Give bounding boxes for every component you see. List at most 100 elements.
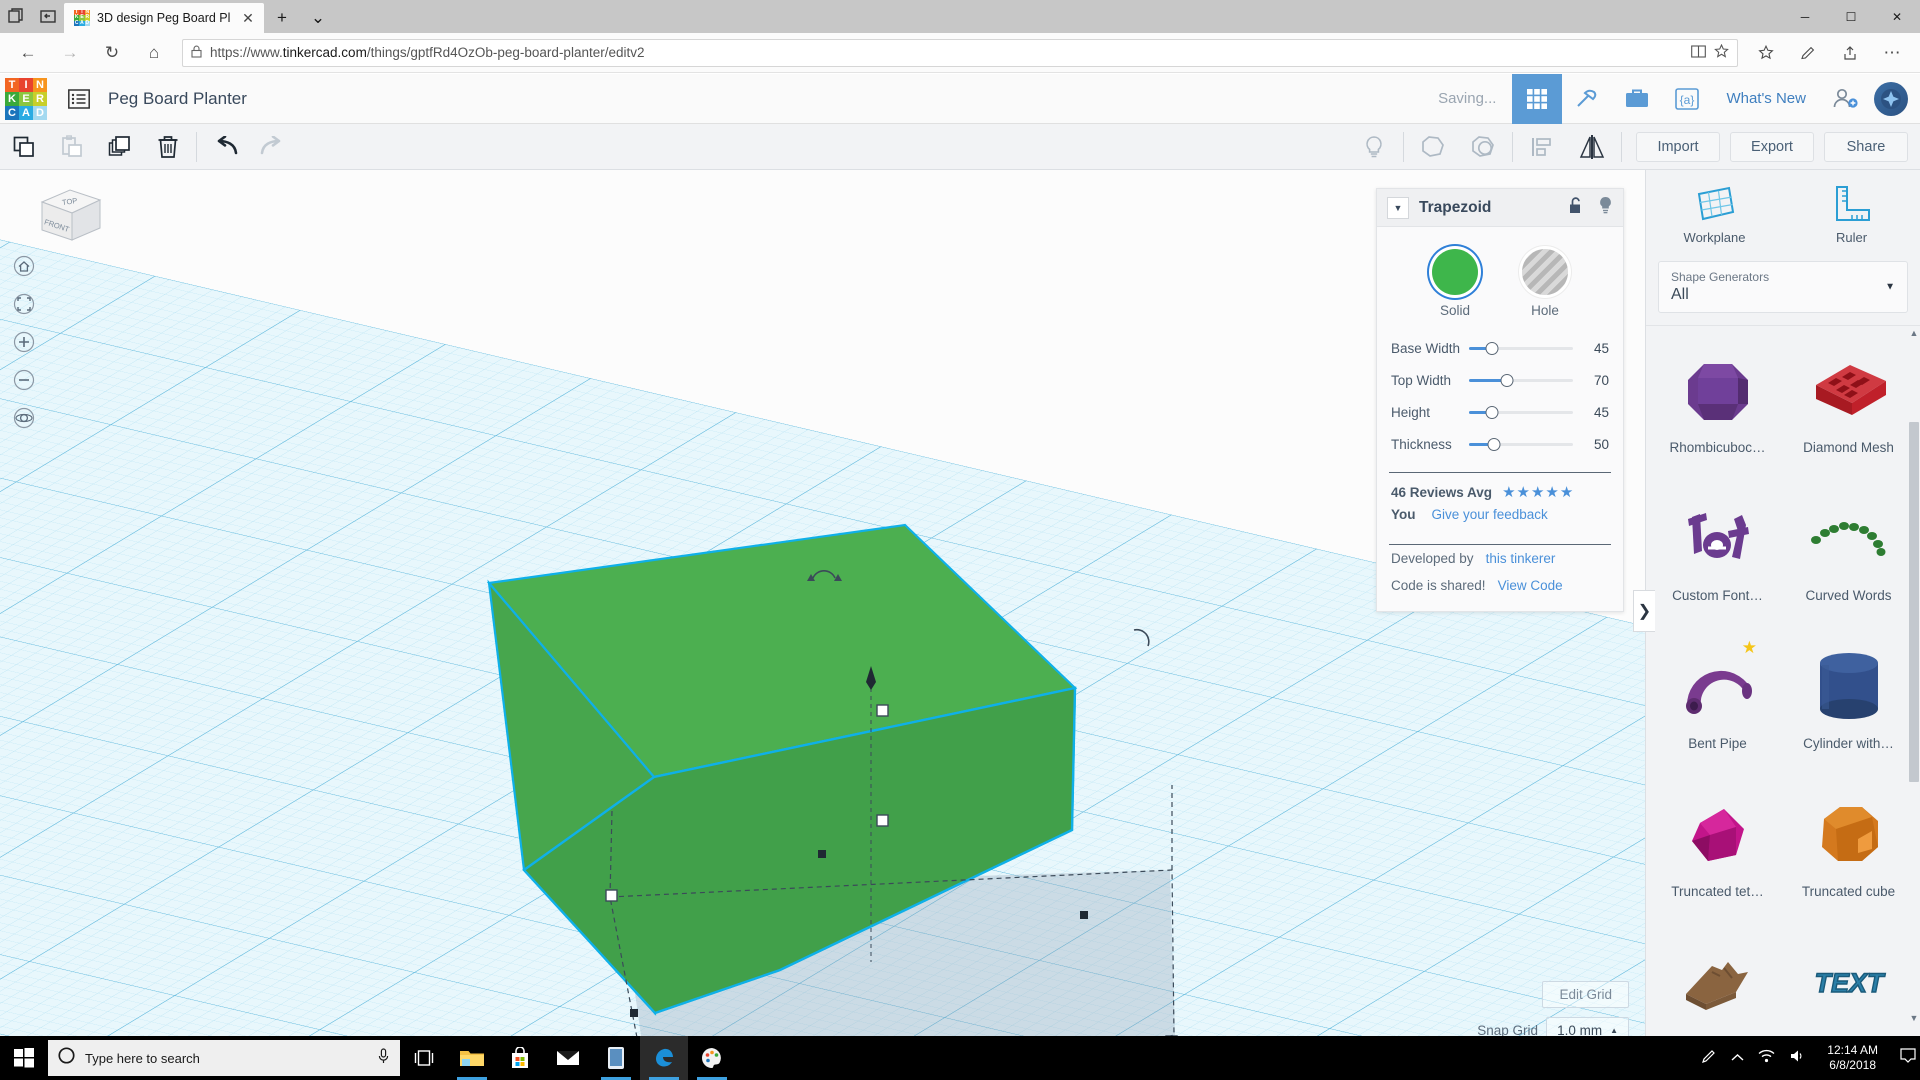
set-aside-tabs-icon[interactable] — [38, 7, 58, 27]
height-slider[interactable] — [1469, 403, 1573, 421]
fit-all-button[interactable] — [8, 288, 40, 320]
blocks-view-button[interactable] — [1512, 73, 1563, 124]
project-list-icon[interactable] — [67, 87, 91, 111]
lightbulb-button[interactable] — [1349, 124, 1399, 170]
scrollbar-thumb[interactable] — [1909, 422, 1919, 782]
hole-swatch[interactable] — [1522, 249, 1568, 295]
favorite-star-icon[interactable] — [1714, 43, 1729, 61]
task-view-button[interactable] — [400, 1036, 448, 1080]
browser-tab[interactable]: TIN KER CAD 3D design Peg Board Pl ✕ — [64, 3, 264, 33]
mirror-button[interactable] — [1567, 124, 1617, 170]
ungroup-button[interactable] — [1458, 124, 1508, 170]
pen-icon[interactable] — [1701, 1048, 1717, 1069]
tinkercad-circuits-button[interactable] — [1612, 74, 1662, 124]
network-icon[interactable] — [1758, 1049, 1775, 1068]
clock[interactable]: 12:14 AM 6/8/2018 — [1819, 1043, 1886, 1073]
lightbulb-icon[interactable] — [1598, 196, 1613, 219]
microsoft-store-button[interactable] — [496, 1036, 544, 1080]
chevron-down-icon[interactable]: ▼ — [1387, 196, 1409, 219]
shape-item-cylinder[interactable]: Cylinder with… — [1783, 632, 1914, 780]
back-icon[interactable]: ← — [8, 37, 48, 69]
unlocked-padlock-icon[interactable] — [1569, 196, 1584, 219]
slider-value[interactable]: 70 — [1581, 373, 1609, 388]
maximize-button[interactable]: ☐ — [1828, 0, 1874, 33]
codeblocks-brackets-button[interactable]: {a} — [1662, 74, 1712, 124]
forward-icon[interactable]: → — [50, 37, 90, 69]
export-button[interactable]: Export — [1730, 131, 1814, 162]
favorites-hub-icon[interactable] — [1746, 37, 1786, 69]
phone-link-button[interactable] — [592, 1036, 640, 1080]
share-button[interactable]: Share — [1824, 131, 1908, 162]
duplicate-button[interactable] — [96, 124, 144, 170]
codeblocks-button[interactable] — [1562, 74, 1612, 124]
delete-button[interactable] — [144, 124, 192, 170]
shape-item-truncated-tetrahedron[interactable]: Truncated tet… — [1652, 780, 1783, 928]
edge-button[interactable] — [640, 1036, 688, 1080]
slider-value[interactable]: 45 — [1581, 405, 1609, 420]
start-button[interactable] — [0, 1036, 48, 1080]
zoom-in-button[interactable] — [8, 326, 40, 358]
volume-icon[interactable] — [1789, 1049, 1805, 1068]
slider-value[interactable]: 50 — [1581, 437, 1609, 452]
shape-item-diamond-mesh[interactable]: Diamond Mesh — [1783, 336, 1914, 484]
top-width-slider[interactable] — [1469, 371, 1573, 389]
shape-item-rhombicuboctahedron[interactable]: Rhombicuboc… — [1652, 336, 1783, 484]
slider-value[interactable]: 45 — [1581, 341, 1609, 356]
refresh-icon[interactable]: ↻ — [92, 37, 132, 69]
home-view-button[interactable] — [8, 250, 40, 282]
give-feedback-link[interactable]: Give your feedback — [1432, 507, 1548, 522]
notification-icon[interactable] — [1900, 1048, 1916, 1068]
shape-item-bent-pipe[interactable]: ★ Bent Pipe — [1652, 632, 1783, 780]
paste-button[interactable] — [48, 124, 96, 170]
mail-button[interactable] — [544, 1036, 592, 1080]
redo-button[interactable] — [249, 124, 297, 170]
tab-close-icon[interactable]: ✕ — [240, 10, 256, 26]
hole-option[interactable]: Hole — [1522, 249, 1568, 318]
chevron-up-icon[interactable] — [1731, 1049, 1744, 1067]
tab-preview-icon[interactable] — [6, 7, 26, 27]
gallery-scrollbar[interactable]: ▲ ▼ — [1908, 326, 1920, 1025]
shape-item-custom-font-blue[interactable]: TEXT Custom Font… — [1783, 928, 1914, 1025]
close-window-button[interactable]: ✕ — [1874, 0, 1920, 33]
view-code-link[interactable]: View Code — [1498, 578, 1563, 593]
developer-link[interactable]: this tinkerer — [1486, 551, 1556, 566]
tab-list-dropdown-icon[interactable]: ⌄ — [300, 3, 336, 33]
more-options-icon[interactable]: ⋯ — [1872, 37, 1912, 69]
shape-item-curved-words[interactable]: Curved Words — [1783, 484, 1914, 632]
copy-button[interactable] — [0, 124, 48, 170]
align-button[interactable] — [1517, 124, 1567, 170]
solid-swatch[interactable] — [1432, 249, 1478, 295]
paint-3d-button[interactable] — [688, 1036, 736, 1080]
new-tab-button[interactable]: + — [264, 3, 300, 33]
shape-generators-select[interactable]: Shape Generators All ▼ — [1658, 261, 1908, 313]
shape-item-custom-font-purple[interactable]: Custom Font… — [1652, 484, 1783, 632]
file-explorer-button[interactable] — [448, 1036, 496, 1080]
star-rating[interactable]: ★★★★★ — [1502, 483, 1574, 501]
whats-new-link[interactable]: What's New — [1712, 90, 1820, 107]
shape-item-spruce[interactable]: Spruce — [1652, 928, 1783, 1025]
user-avatar[interactable] — [1874, 81, 1908, 116]
view-cube[interactable]: TOP FRONT — [30, 180, 106, 250]
notes-pen-icon[interactable] — [1788, 37, 1828, 69]
thickness-slider[interactable] — [1469, 435, 1573, 453]
shape-item-truncated-cube[interactable]: Truncated cube — [1783, 780, 1914, 928]
base-width-slider[interactable] — [1469, 339, 1573, 357]
solid-option[interactable]: Solid — [1432, 249, 1478, 318]
microphone-icon[interactable] — [377, 1047, 390, 1069]
edit-grid-button[interactable]: Edit Grid — [1542, 981, 1629, 1008]
import-button[interactable]: Import — [1636, 131, 1720, 162]
collapse-panel-button[interactable]: ❯ — [1633, 590, 1655, 632]
ruler-tool[interactable]: Ruler — [1783, 182, 1920, 245]
page-title[interactable]: Peg Board Planter — [108, 89, 247, 109]
orbit-button[interactable] — [8, 402, 40, 434]
home-icon[interactable]: ⌂ — [134, 37, 174, 69]
workplane-tool[interactable]: Workplane — [1646, 182, 1783, 245]
search-input[interactable]: Type here to search — [48, 1040, 400, 1076]
scroll-up-arrow-icon[interactable]: ▲ — [1909, 326, 1919, 340]
undo-button[interactable] — [201, 124, 249, 170]
shape-gallery[interactable]: Rhombicuboc… Diamond Mesh Custom Font… C… — [1646, 325, 1920, 1025]
scroll-down-arrow-icon[interactable]: ▼ — [1909, 1011, 1919, 1025]
tinkercad-logo[interactable]: TIN KER CAD — [5, 77, 47, 120]
zoom-out-button[interactable] — [8, 364, 40, 396]
address-bar[interactable]: https://www.tinkercad.com/things/gptfRd4… — [182, 38, 1738, 67]
